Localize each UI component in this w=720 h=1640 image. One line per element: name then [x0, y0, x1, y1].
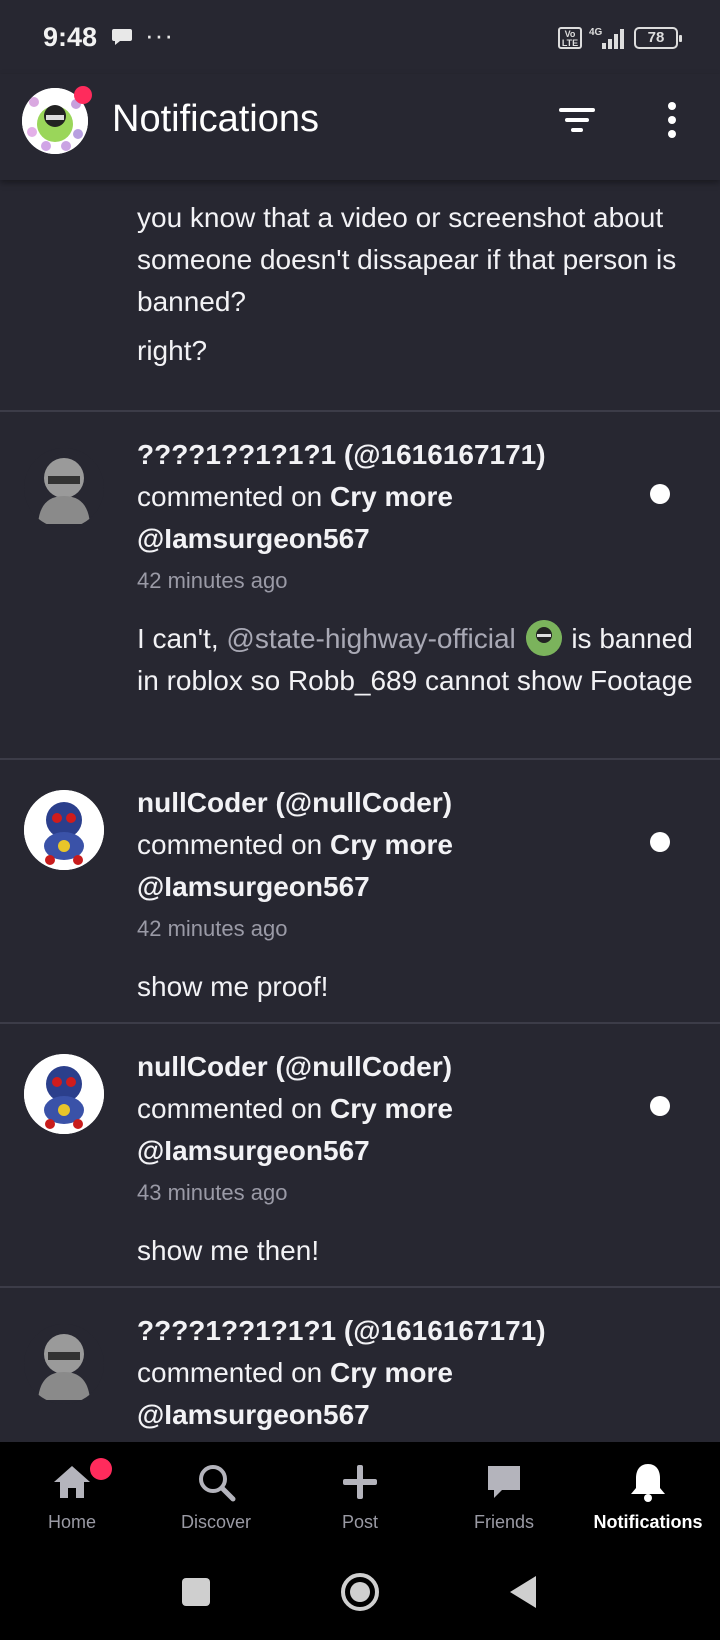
user-name[interactable]: nullCoder (@nullCoder)	[137, 787, 452, 818]
screen: 9:48 ··· Vo LTE 4G 78 Notifications you …	[0, 0, 720, 1640]
user-name[interactable]: nullCoder (@nullCoder)	[137, 1051, 452, 1082]
system-nav-bar	[0, 1552, 720, 1640]
plus-icon	[343, 1465, 377, 1499]
avatar-notification-dot	[74, 86, 92, 104]
message-status-icon	[112, 29, 132, 45]
nav-post[interactable]: Post	[288, 1442, 432, 1552]
mention-link[interactable]: @state-highway-official	[226, 623, 515, 654]
status-indicators: Vo LTE 4G 78	[558, 26, 682, 50]
comment-text: show me proof!	[137, 971, 329, 1002]
search-icon	[199, 1465, 236, 1502]
action-text: commented on	[137, 829, 323, 860]
list-item[interactable]: nullCoder (@nullCoder) commented on Cry …	[0, 760, 720, 1024]
status-time: 9:48	[43, 22, 98, 52]
avatar[interactable]	[24, 1324, 104, 1404]
status-bar: 9:48 ··· Vo LTE 4G 78	[0, 0, 720, 74]
recents-icon[interactable]	[174, 1570, 218, 1614]
user-name[interactable]: ????1??1?1?1 (@1616167171)	[137, 1315, 546, 1346]
back-icon[interactable]	[502, 1570, 546, 1614]
signal-icon: 4G	[589, 27, 624, 49]
more-options-icon[interactable]	[650, 98, 694, 142]
unread-dot	[650, 832, 670, 852]
status-more-dots: ···	[145, 20, 174, 50]
nav-label: Discover	[180, 1512, 251, 1532]
nav-label: Friends	[473, 1512, 535, 1532]
comment-text: right?	[137, 335, 208, 366]
list-item[interactable]: ????1??1?1?1 (@1616167171) commented on …	[0, 1288, 720, 1442]
volte-icon: Vo LTE	[558, 27, 582, 49]
notification-header: ????1??1?1?1 (@1616167171) commented on …	[137, 1310, 617, 1436]
home-badge	[90, 1458, 112, 1480]
page-title: Notifications	[112, 98, 319, 140]
battery-icon: 78	[634, 27, 682, 49]
notification-header: ????1??1?1?1 (@1616167171) commented on …	[137, 434, 617, 560]
notification-header: nullCoder (@nullCoder) commented on Cry …	[137, 782, 617, 908]
nav-label: Post	[341, 1512, 379, 1532]
home-icon	[54, 1466, 90, 1498]
timestamp: 42 minutes ago	[137, 916, 288, 941]
avatar[interactable]	[24, 448, 104, 528]
filter-icon[interactable]	[555, 100, 599, 140]
nav-friends[interactable]: Friends	[432, 1442, 576, 1552]
nav-label: Home	[47, 1512, 96, 1532]
nav-discover[interactable]: Discover	[144, 1442, 288, 1552]
timestamp: 43 minutes ago	[137, 1180, 288, 1205]
list-item[interactable]: nullCoder (@nullCoder) commented on Cry …	[0, 1024, 720, 1288]
mention-avatar	[525, 620, 562, 656]
action-text: commented on	[137, 1357, 323, 1388]
comment-text: show me then!	[137, 1235, 320, 1266]
action-text: commented on	[137, 1093, 323, 1124]
bell-icon	[631, 1464, 665, 1502]
network-type: 4G	[589, 27, 603, 38]
unread-dot	[650, 484, 670, 504]
comment-text: I can't, @state-highway-official is bann…	[137, 618, 697, 702]
app-bar: Notifications	[0, 74, 720, 180]
list-item[interactable]: you know that a video or screenshot abou…	[0, 180, 720, 412]
list-item[interactable]: ????1??1?1?1 (@1616167171) commented on …	[0, 412, 720, 760]
bottom-nav: Home Discover Post Friends Notifications	[0, 1442, 720, 1552]
profile-avatar-button[interactable]	[22, 86, 92, 154]
home-system-icon[interactable]	[338, 1570, 382, 1614]
user-name[interactable]: ????1??1?1?1 (@1616167171)	[137, 439, 546, 470]
notification-list[interactable]: you know that a video or screenshot abou…	[0, 180, 720, 1442]
nav-home[interactable]: Home	[0, 1442, 144, 1552]
comment-text: you know that a video or screenshot abou…	[137, 202, 677, 317]
nav-notifications[interactable]: Notifications	[576, 1442, 720, 1552]
nav-label: Notifications	[593, 1512, 703, 1532]
comment-text-start: I can't,	[137, 623, 219, 654]
chat-icon	[488, 1466, 520, 1498]
action-text: commented on	[137, 481, 323, 512]
timestamp: 42 minutes ago	[137, 568, 288, 593]
avatar[interactable]	[24, 1054, 104, 1134]
avatar[interactable]	[24, 790, 104, 870]
unread-dot	[650, 1096, 670, 1116]
notification-header: nullCoder (@nullCoder) commented on Cry …	[137, 1046, 617, 1172]
